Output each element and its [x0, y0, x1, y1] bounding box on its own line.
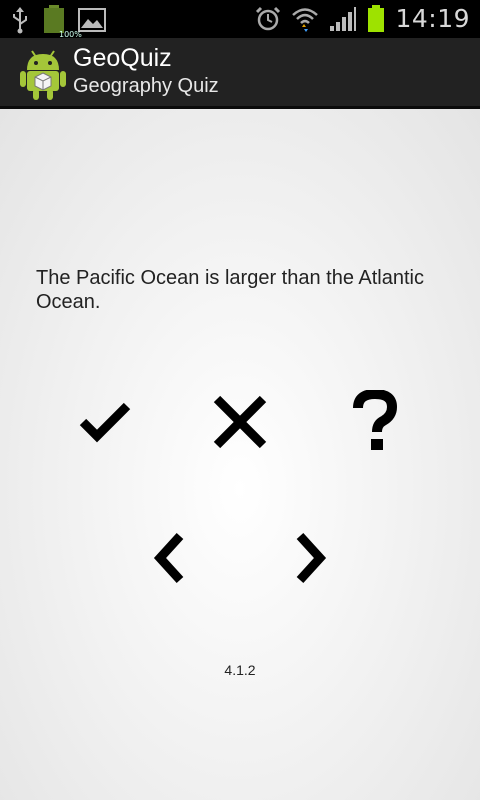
app-subtitle: Geography Quiz — [73, 75, 219, 97]
x-icon — [213, 395, 267, 449]
true-button[interactable] — [70, 392, 140, 452]
quiz-content: The Pacific Ocean is larger than the Atl… — [0, 109, 480, 800]
status-left-icons: 100% — [10, 5, 106, 39]
clock: 14:19 — [395, 4, 470, 33]
alarm-icon — [256, 6, 281, 30]
cheat-button[interactable] — [340, 387, 410, 455]
signal-icon — [330, 6, 357, 31]
status-right-icons: 14:19 — [255, 4, 470, 33]
action-bar: GeoQuiz Geography Quiz — [0, 38, 480, 109]
question-icon — [353, 390, 398, 450]
status-bar: 100% 14:19 — [0, 0, 480, 39]
next-button[interactable] — [280, 530, 340, 586]
chevron-left-icon — [153, 532, 184, 584]
version-label: 4.1.2 — [224, 662, 256, 678]
false-button[interactable] — [205, 390, 275, 454]
battery-icon — [368, 4, 385, 32]
wifi-icon — [292, 7, 319, 32]
previous-button[interactable] — [140, 530, 200, 586]
chevron-right-icon — [296, 532, 327, 584]
image-icon — [78, 8, 106, 32]
check-icon — [79, 402, 131, 443]
usb-icon — [13, 7, 27, 34]
question-text: The Pacific Ocean is larger than the Atl… — [36, 267, 424, 313]
android-icon[interactable] — [20, 48, 66, 100]
app-title: GeoQuiz — [73, 44, 172, 72]
